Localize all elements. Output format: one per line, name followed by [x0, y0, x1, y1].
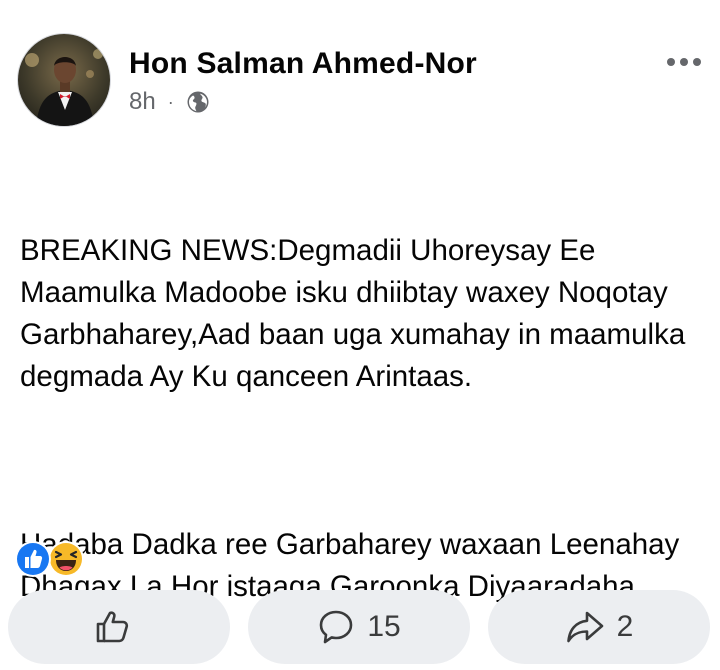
reaction-summary[interactable] — [14, 540, 94, 580]
author-avatar[interactable] — [17, 33, 111, 127]
globe-icon — [187, 91, 209, 113]
meta-separator: · — [167, 91, 174, 112]
avatar-photo — [18, 34, 110, 126]
haha-reaction-icon — [48, 541, 84, 577]
post-meta: 8h · — [129, 88, 210, 116]
comment-button[interactable]: 15 — [248, 590, 470, 664]
like-reaction-icon — [15, 541, 51, 577]
author-name[interactable]: Hon Salman Ahmed-Nor — [129, 47, 477, 81]
thumbs-up-icon — [96, 611, 129, 643]
post-time[interactable]: 8h — [129, 88, 156, 116]
comment-icon — [320, 610, 353, 644]
more-options-button[interactable] — [664, 52, 704, 72]
post-body: BREAKING NEWS:Degmadii Uhoreysay Ee Maam… — [20, 146, 710, 650]
comment-count: 15 — [367, 610, 401, 643]
share-icon — [566, 611, 603, 643]
action-bar: 15 2 — [0, 590, 720, 670]
share-button[interactable]: 2 — [488, 590, 710, 664]
more-options-icon — [667, 58, 701, 66]
like-button[interactable] — [8, 590, 230, 664]
post-header: Hon Salman Ahmed-Nor 8h · — [0, 0, 720, 140]
post-paragraph: BREAKING NEWS:Degmadii Uhoreysay Ee Maam… — [20, 234, 694, 393]
share-count: 2 — [616, 610, 634, 643]
